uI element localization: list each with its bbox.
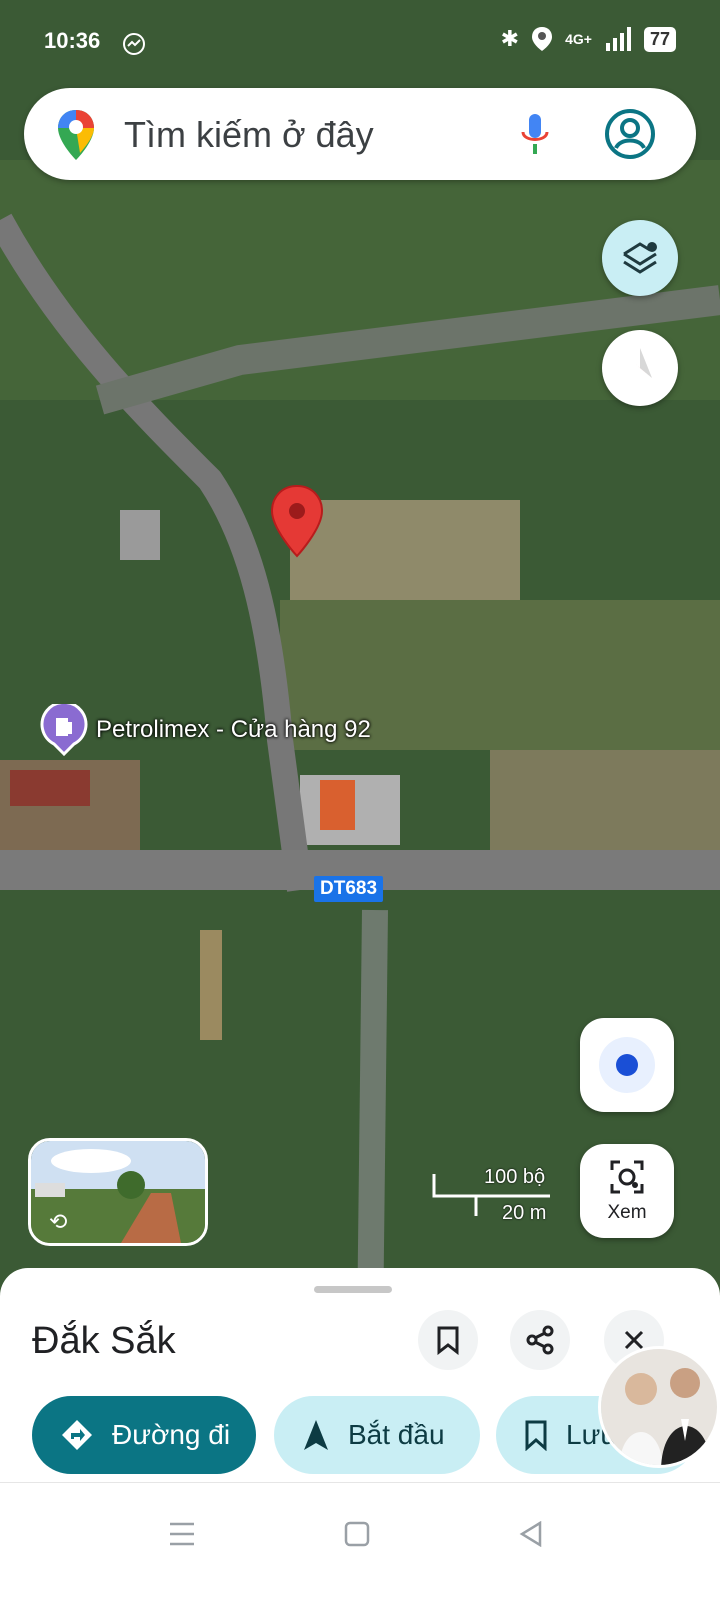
compass-icon [628,348,652,378]
home-icon[interactable] [344,1521,370,1547]
start-chip[interactable]: Bắt đầu [274,1396,480,1474]
drag-handle[interactable] [314,1286,392,1293]
place-title: Đắk Sắk [32,1320,176,1362]
search-input[interactable]: Tìm kiếm ở đây [124,114,374,156]
compass-button[interactable] [602,330,678,406]
directions-chip[interactable]: Đường đi [32,1396,256,1474]
navigation-arrow-icon [304,1420,328,1450]
back-icon[interactable] [518,1521,544,1547]
share-icon [526,1325,554,1355]
google-maps-logo-icon [58,110,94,160]
chat-head-avatar[interactable] [598,1346,720,1468]
location-pin-icon[interactable] [270,484,324,558]
road-shield: DT683 [314,876,384,902]
lens-label: Xem [607,1202,647,1223]
layers-button[interactable] [602,220,678,296]
scale-meters: 20 m [502,1202,547,1224]
share-button[interactable] [510,1310,570,1370]
bookmark-icon [525,1420,547,1451]
street-view-thumbnail[interactable]: ⟲ [28,1138,208,1246]
my-location-button[interactable] [580,1018,674,1112]
search-bar[interactable]: Tìm kiếm ở đây [24,88,696,180]
messenger-icon [123,33,145,55]
satellite-map[interactable]: Petrolimex - Cửa hàng 92 DT683 100 bộ 20… [0,0,720,1330]
recents-menu-icon[interactable] [168,1521,196,1547]
my-location-icon [599,1037,655,1093]
scale-feet: 100 bộ [484,1166,546,1188]
rotate-360-icon: ⟲ [49,1209,68,1234]
clock: 10:36 [44,28,101,53]
start-label: Bắt đầu [348,1419,445,1450]
directions-icon [62,1420,92,1450]
bookmark-icon [437,1326,459,1355]
map-terrain [0,0,720,1330]
camera-lens-icon [610,1160,644,1194]
layers-icon [623,242,657,274]
signal-icon [605,27,631,51]
microphone-icon[interactable] [520,112,550,156]
bluetooth-icon: ✱ [500,26,520,51]
battery-icon: 77 [643,26,676,52]
network-type: 4G+ [565,31,592,47]
account-icon[interactable] [604,108,656,160]
lens-button[interactable]: Xem [580,1144,674,1238]
status-icons: ✱ 4G+ 77 [501,26,676,52]
gas-station-icon[interactable] [40,704,88,756]
status-bar: 10:36 ✱ 4G+ 77 [0,0,720,80]
system-navigation-bar [0,1482,720,1601]
save-bookmark-button[interactable] [418,1310,478,1370]
poi-label[interactable]: Petrolimex - Cửa hàng 92 [96,716,371,744]
directions-label: Đường đi [112,1419,231,1450]
location-icon [532,27,553,51]
